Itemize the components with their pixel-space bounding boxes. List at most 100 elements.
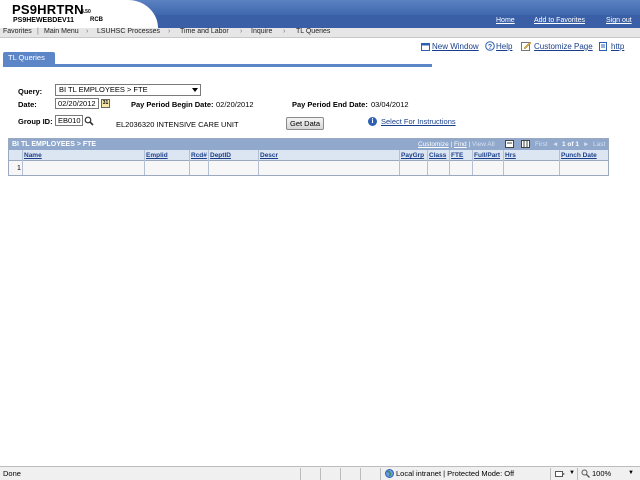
calendar-icon[interactable]: 31 (101, 99, 110, 108)
results-grid: BI TL EMPLOYEES > FTE Customize | Find |… (8, 138, 609, 176)
col-divider (189, 150, 190, 175)
http-link[interactable]: http (611, 42, 624, 51)
date-value: 02/20/2012 (58, 99, 96, 108)
table-row (9, 161, 608, 175)
http-link-icon[interactable] (598, 42, 608, 51)
grid-first: First (535, 141, 548, 148)
col-emplid[interactable]: Emplid (146, 152, 168, 159)
app-header: Home Add to Favorites Sign out PS9HRTRN … (0, 0, 640, 28)
chevron-down-icon[interactable] (192, 88, 198, 92)
calendar-glyph: 31 (102, 100, 109, 106)
nav-favorites[interactable]: Favorites (3, 28, 32, 35)
tab-tl-queries[interactable]: TL Queries (3, 52, 55, 64)
query-value: BI TL EMPLOYEES > FTE (59, 85, 148, 94)
date-label: Date: (18, 100, 37, 109)
new-window-link[interactable]: New Window (432, 42, 479, 51)
nav-separator: › (283, 28, 286, 35)
col-divider (427, 150, 428, 175)
col-divider (503, 150, 504, 175)
header-link-bar: Home Add to Favorites Sign out (128, 15, 640, 28)
new-window-icon[interactable] (421, 42, 431, 51)
grid-view-all: View All (472, 141, 495, 148)
col-divider (144, 150, 145, 175)
col-paygrp[interactable]: PayGrp (401, 152, 424, 159)
customize-page-link[interactable]: Customize Page (534, 42, 593, 51)
col-full-part[interactable]: Full/Part (474, 152, 500, 159)
grid-title: BI TL EMPLOYEES > FTE (12, 141, 97, 148)
grid-nav: Customize | Find | View All (418, 141, 495, 148)
nav-separator: › (240, 28, 243, 35)
row-number: 1 (17, 165, 21, 172)
status-divider (577, 468, 578, 480)
lookup-icon[interactable] (84, 116, 94, 126)
col-fte[interactable]: FTE (451, 152, 463, 159)
customize-page-icon[interactable] (521, 41, 532, 51)
grid-toggle-icon[interactable] (521, 140, 530, 148)
zoom-level[interactable]: 100% (592, 469, 611, 478)
date-field[interactable]: 02/20/2012 (55, 98, 99, 109)
status-divider (320, 468, 321, 480)
col-punch-date[interactable]: Punch Date (561, 152, 597, 159)
pay-period-end-label: Pay Period End Date: (292, 100, 368, 109)
get-data-button[interactable]: Get Data (286, 117, 324, 130)
grid-last: Last (593, 141, 606, 148)
info-icon[interactable]: i (368, 117, 377, 126)
zoom-icon[interactable] (581, 469, 590, 478)
sign-out-link[interactable]: Sign out (606, 17, 632, 24)
col-divider (472, 150, 473, 175)
grid-find-link[interactable]: Find (454, 141, 467, 148)
next-arrow-icon: ► (583, 141, 590, 148)
col-class[interactable]: Class (429, 152, 446, 159)
get-data-label: Get Data (289, 119, 320, 128)
col-divider (399, 150, 400, 175)
browser-status-bar: Done Local intranet | Protected Mode: Of… (0, 466, 640, 480)
protected-mode-chevron[interactable]: ▼ (569, 470, 575, 476)
nav-lsuhsc-processes[interactable]: LSUHSC Processes (97, 28, 160, 35)
select-for-instructions-link[interactable]: Select For Instructions (381, 117, 456, 126)
security-zone[interactable]: Local intranet | Protected Mode: Off (396, 469, 514, 478)
grid-page-info: 1 of 1 (562, 141, 579, 148)
status-divider (360, 468, 361, 480)
status-text: Done (3, 469, 21, 478)
nav-inquire[interactable]: Inquire (251, 28, 272, 35)
col-deptid[interactable]: DeptID (210, 152, 231, 159)
svg-text:?: ? (488, 44, 492, 51)
status-divider (550, 468, 551, 480)
home-link[interactable]: Home (496, 17, 515, 24)
status-divider (300, 468, 301, 480)
group-id-field[interactable]: EB010 (55, 115, 83, 126)
pay-period-begin-label: Pay Period Begin Date: (131, 100, 214, 109)
header-stripe (128, 0, 640, 15)
col-hrs[interactable]: Hrs (505, 152, 516, 159)
query-label: Query: (18, 87, 43, 96)
col-rcd[interactable]: Rcd# (191, 152, 207, 159)
grid-title-bar: BI TL EMPLOYEES > FTE (9, 139, 608, 150)
pay-period-begin-value: 02/20/2012 (216, 100, 254, 109)
group-id-value: EB010 (58, 116, 81, 125)
col-divider (559, 150, 560, 175)
nav-tl-queries[interactable]: TL Queries (296, 28, 330, 35)
app-version: 8.50 (81, 9, 91, 15)
add-to-favorites-link[interactable]: Add to Favorites (534, 17, 585, 24)
nav-time-and-labor[interactable]: Time and Labor (180, 28, 229, 35)
group-id-label: Group ID: (18, 117, 53, 126)
col-divider (208, 150, 209, 175)
col-divider (449, 150, 450, 175)
help-link[interactable]: Help (496, 42, 512, 51)
download-icon[interactable] (505, 140, 514, 148)
col-descr[interactable]: Descr (260, 152, 278, 159)
protected-mode-icon[interactable] (555, 470, 565, 478)
col-divider (258, 150, 259, 175)
tab-label: TL Queries (8, 53, 45, 62)
status-divider (380, 468, 381, 480)
nav-main-menu[interactable]: Main Menu (44, 28, 79, 35)
col-name[interactable]: Name (24, 152, 42, 159)
zoom-chevron[interactable]: ▼ (628, 470, 634, 476)
prev-arrow-icon: ◄ (552, 141, 559, 148)
grid-customize-link[interactable]: Customize (418, 141, 449, 148)
group-description: EL2036320 INTENSIVE CARE UNIT (116, 120, 239, 129)
query-select[interactable]: BI TL EMPLOYEES > FTE (55, 84, 201, 96)
nav-separator: › (168, 28, 171, 35)
help-icon[interactable]: ? (485, 41, 495, 51)
intranet-globe-icon (385, 469, 394, 478)
